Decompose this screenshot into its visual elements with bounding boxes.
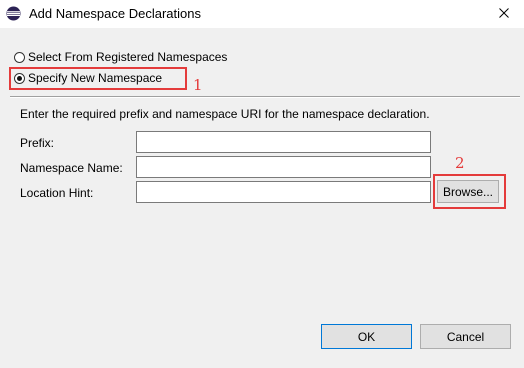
annotation-box-1 xyxy=(9,67,187,90)
close-button[interactable] xyxy=(484,0,524,28)
ok-button[interactable]: OK xyxy=(321,324,412,349)
title-bar: Add Namespace Declarations xyxy=(0,0,524,28)
eclipse-icon xyxy=(6,6,21,21)
radio-registered-namespaces[interactable]: Select From Registered Namespaces xyxy=(14,49,227,65)
location-hint-label: Location Hint: xyxy=(20,186,94,200)
location-hint-input[interactable] xyxy=(136,181,431,203)
radio-registered-label: Select From Registered Namespaces xyxy=(28,50,228,64)
radio-button-registered[interactable] xyxy=(14,51,25,63)
cancel-button[interactable]: Cancel xyxy=(420,324,511,349)
close-icon xyxy=(499,7,509,21)
instructions-text: Enter the required prefix and namespace … xyxy=(20,107,430,121)
namespace-name-label: Namespace Name: xyxy=(20,161,123,175)
browse-button[interactable]: Browse... xyxy=(437,180,499,203)
annotation-number-2: 2 xyxy=(455,154,465,172)
add-namespace-dialog: Add Namespace Declarations Select From R… xyxy=(0,0,524,368)
namespace-name-input[interactable] xyxy=(136,156,431,178)
prefix-input[interactable] xyxy=(136,131,431,153)
annotation-number-1: 1 xyxy=(193,76,203,94)
window-title: Add Namespace Declarations xyxy=(29,6,201,21)
separator-highlight xyxy=(10,97,520,98)
prefix-label: Prefix: xyxy=(20,136,55,150)
